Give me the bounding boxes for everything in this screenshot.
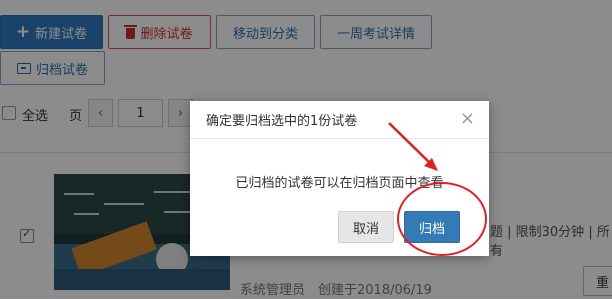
annotation-arrow: [388, 122, 438, 171]
annotation-circle: [397, 182, 487, 256]
